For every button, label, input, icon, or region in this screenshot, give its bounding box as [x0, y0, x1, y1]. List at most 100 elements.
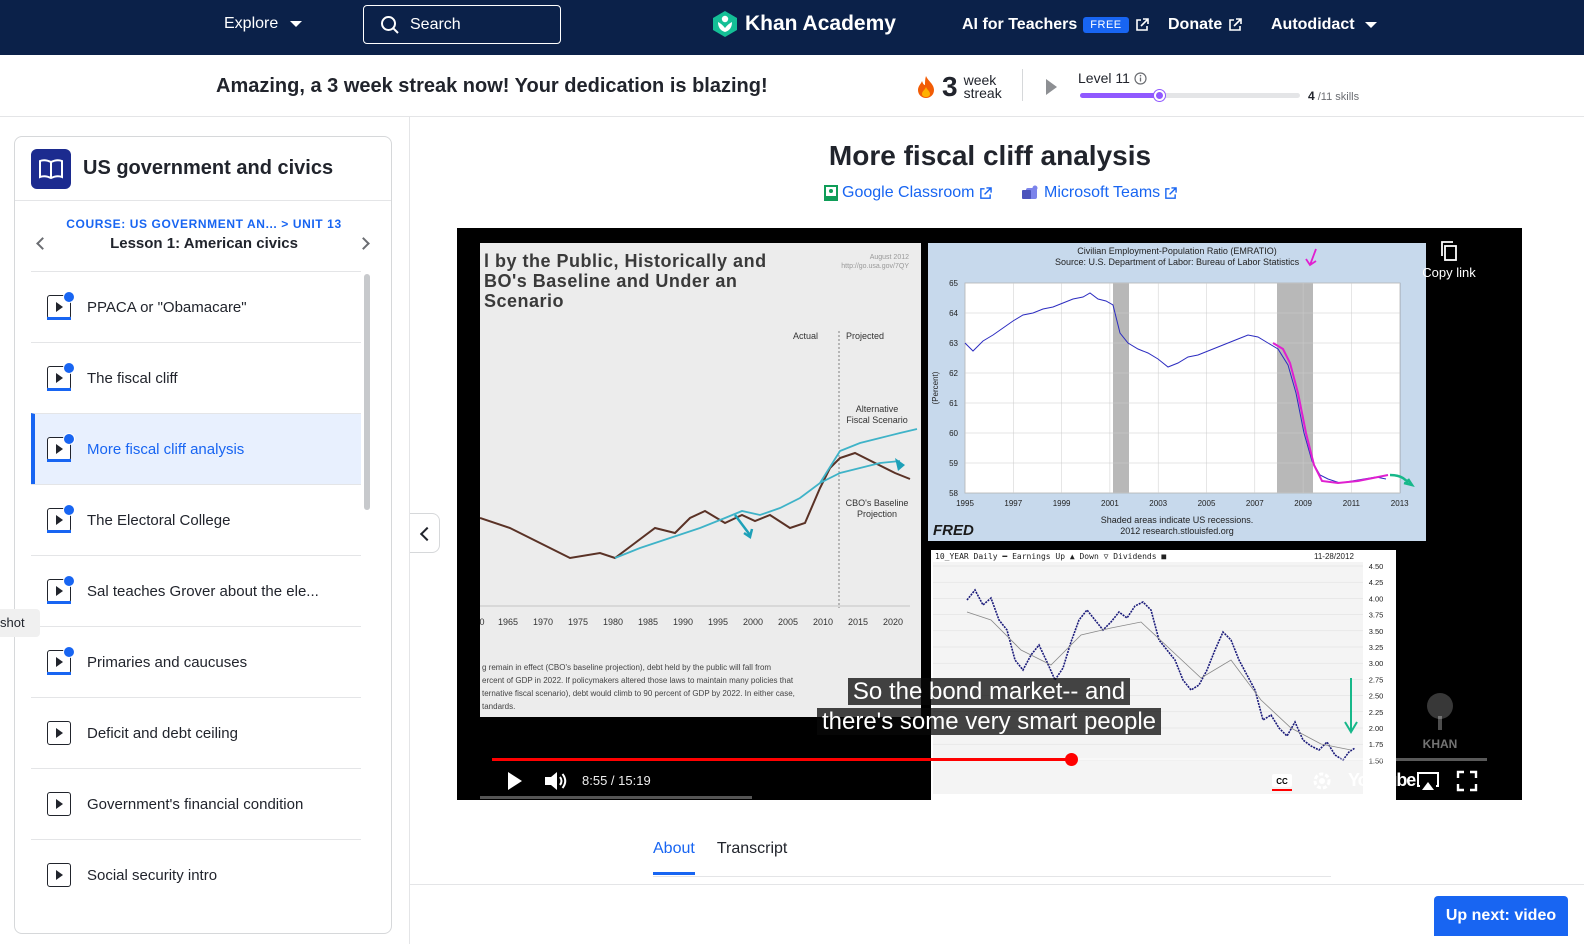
volume-icon[interactable] [543, 769, 569, 793]
caption-line-1: So the bond market-- and [847, 678, 1131, 705]
book-icon [31, 148, 71, 189]
video-player[interactable]: l by the Public, Historically and BO's Ba… [457, 228, 1522, 800]
y-tick-label: 4.00 [1369, 594, 1384, 603]
y-tick-label: 4.25 [1369, 578, 1384, 587]
breadcrumb[interactable]: COURSE: US GOVERNMENT AN... > UNIT 13 [15, 217, 391, 231]
y-tick-label: 60 [949, 429, 958, 438]
sidebar-item-video[interactable]: Primaries and caucuses [31, 626, 361, 697]
x-tick-label: 1985 [638, 617, 658, 627]
user-menu[interactable]: Autodidact [1271, 16, 1377, 34]
streak-counter[interactable]: 3 week streak [916, 71, 1002, 103]
tab-about[interactable]: About [653, 840, 695, 875]
annotation-arrowhead [895, 458, 905, 471]
x-tick-label: 1975 [568, 617, 588, 627]
divider [1022, 69, 1023, 101]
y-tick-label: 3.75 [1369, 611, 1384, 620]
khan-watermark: KHAN [1412, 690, 1468, 751]
sidebar-item-video[interactable]: Deficit and debt ceiling [31, 697, 361, 768]
video-play-icon [47, 792, 71, 816]
ai-for-teachers-label: AI for Teachers [962, 16, 1078, 33]
video-frame-employment-chart: Civilian Employment-Population Ratio (EM… [928, 243, 1426, 541]
top-nav: Explore Search Khan Academy AI for Teach… [0, 0, 1584, 55]
completion-bar [47, 601, 71, 604]
sidebar-scrollbar[interactable] [364, 274, 370, 510]
logo-text: Khan Academy [745, 12, 896, 35]
video-progress-fill [492, 758, 1072, 761]
slide2-ylabel: (Percent) [931, 371, 940, 404]
donate-link[interactable]: Donate [1168, 16, 1243, 34]
plot-area [964, 282, 1401, 494]
sidebar-item-video[interactable]: More fiscal cliff analysis [31, 413, 361, 484]
y-tick-label: 3.25 [1369, 643, 1384, 652]
projected-label: Projected [846, 331, 884, 341]
x-tick-label: 2000 [743, 617, 763, 627]
up-next-button[interactable]: Up next: video [1434, 896, 1568, 936]
completed-check-icon [63, 433, 75, 445]
microsoft-teams-icon [1022, 185, 1038, 199]
closed-caption: So the bond market-- and there's some ve… [806, 677, 1172, 737]
course-header[interactable]: US government and civics [15, 137, 391, 201]
sidebar-item-video[interactable]: Sal teaches Grover about the ele... [31, 555, 361, 626]
google-classroom-icon [824, 185, 838, 201]
x-tick-label: 1980 [603, 617, 623, 627]
external-link-icon [1135, 18, 1149, 31]
completed-check-icon [63, 575, 75, 587]
svg-text:CC: CC [1276, 777, 1288, 786]
x-tick-label: 1965 [498, 617, 518, 627]
slide1-caption: g remain in effect (CBO's baseline proje… [482, 661, 795, 713]
sidebar-item-video[interactable]: Government's financial condition [31, 768, 361, 839]
khan-academy-logo[interactable]: Khan Academy [711, 10, 896, 38]
y-tick-label: 1.75 [1369, 740, 1384, 749]
settings-gear-icon[interactable] [1310, 769, 1334, 793]
sidebar-item-video[interactable]: The fiscal cliff [31, 342, 361, 413]
chevron-down-icon [290, 21, 303, 27]
ai-for-teachers-link[interactable]: AI for Teachers FREE [962, 16, 1149, 34]
x-tick-label: 2003 [1149, 499, 1167, 508]
sidebar-item-video[interactable]: PPACA or "Obamacare" [31, 271, 361, 342]
sidebar-item-video[interactable]: The Electoral College [31, 484, 361, 555]
slide2-foot-line1: Shaded areas indicate US recessions. [1100, 515, 1254, 525]
sidebar-item-video[interactable]: Social security intro [31, 839, 361, 910]
play-triangle-icon[interactable] [1046, 79, 1057, 95]
explore-menu[interactable]: Explore [224, 15, 303, 33]
closed-captions-icon[interactable]: CC [1270, 769, 1294, 793]
play-icon[interactable] [505, 769, 525, 793]
search-input[interactable]: Search [363, 5, 561, 44]
google-classroom-share[interactable]: Google Classroom [824, 184, 992, 202]
level-text: Level 11 [1078, 70, 1130, 86]
chevron-down-icon [1364, 22, 1377, 28]
course-sidebar: US government and civics COURSE: US GOVE… [14, 136, 392, 934]
sidebar-item-label: The Electoral College [87, 511, 231, 529]
google-classroom-label: Google Classroom [842, 184, 975, 201]
y-tick-label: 64 [949, 309, 958, 318]
y-tick-label: 63 [949, 339, 958, 348]
info-icon[interactable] [1134, 71, 1147, 85]
completion-bar [47, 530, 71, 533]
cbo-label-2: Projection [857, 509, 897, 519]
video-progress-bar[interactable] [492, 753, 1487, 766]
watermark-text: KHAN [1422, 737, 1458, 751]
tab-transcript[interactable]: Transcript [717, 840, 788, 875]
course-title: US government and civics [83, 157, 334, 179]
y-tick-label: 2.50 [1369, 692, 1384, 701]
microsoft-teams-share[interactable]: Microsoft Teams [1022, 184, 1177, 202]
x-tick-label: 0 [480, 617, 485, 627]
page-title: More fiscal cliff analysis [828, 140, 1152, 171]
youtube-logo[interactable]: YouTube [1348, 770, 1416, 791]
skills-total: /11 skills [1314, 91, 1360, 103]
y-tick-label: 62 [949, 369, 958, 378]
free-badge: FREE [1083, 17, 1129, 33]
video-play-icon [47, 863, 71, 887]
shot-tab[interactable]: shot [0, 609, 40, 637]
airplay-icon[interactable] [1415, 769, 1441, 793]
fred-logo: FRED [933, 522, 974, 539]
video-scrubber[interactable] [1065, 753, 1079, 766]
y-tick-label: 3.00 [1369, 659, 1384, 668]
completion-bar [47, 459, 71, 462]
x-tick-label: 2005 [1198, 499, 1216, 508]
alt-scenario-label-2: Fiscal Scenario [846, 415, 908, 425]
copy-link-button[interactable]: Copy link [1419, 240, 1479, 280]
fullscreen-icon[interactable] [1455, 769, 1479, 793]
alt-scenario-label-1: Alternative [856, 404, 899, 414]
collapse-sidebar-button[interactable] [410, 513, 440, 553]
